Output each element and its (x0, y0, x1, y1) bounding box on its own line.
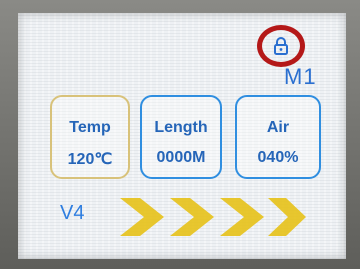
length-value: 0000M (156, 149, 206, 166)
version-label: V4 (60, 202, 85, 224)
air-label: Air (266, 119, 290, 136)
temp-label: Temp (69, 119, 111, 136)
length-label: Length (154, 119, 208, 136)
mode-label: M1 (284, 64, 317, 89)
chevron-arrows-icon (120, 198, 306, 236)
temp-value: 120℃ (67, 151, 113, 168)
length-card[interactable]: Length 0000M (140, 95, 222, 179)
air-card[interactable]: Air 040% (235, 95, 321, 179)
lock-button[interactable] (257, 25, 305, 67)
temp-card[interactable]: Temp 120℃ (50, 95, 130, 179)
air-value: 040% (257, 149, 299, 166)
lock-icon (274, 37, 288, 55)
